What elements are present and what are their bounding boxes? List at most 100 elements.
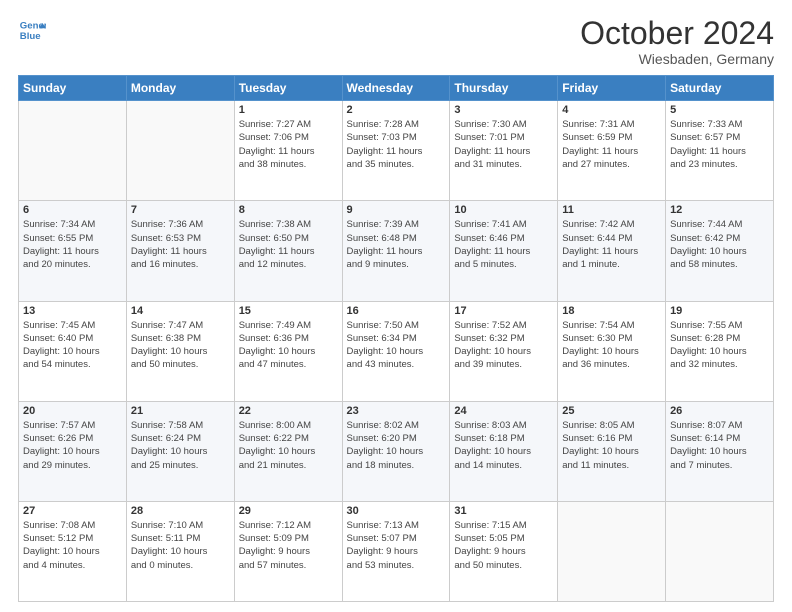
day-number: 14 — [131, 305, 230, 317]
day-number: 29 — [239, 505, 338, 517]
day-info: Sunrise: 8:03 AM Sunset: 6:18 PM Dayligh… — [454, 419, 553, 472]
col-header-friday: Friday — [558, 76, 666, 101]
calendar-cell: 30 Sunrise: 7:13 AM Sunset: 5:07 PM Dayli… — [342, 501, 450, 601]
calendar-cell: 27 Sunrise: 7:08 AM Sunset: 5:12 PM Dayli… — [19, 501, 127, 601]
day-info: Sunrise: 7:55 AM Sunset: 6:28 PM Dayligh… — [670, 319, 769, 372]
day-info: Sunrise: 8:02 AM Sunset: 6:20 PM Dayligh… — [347, 419, 446, 472]
col-header-tuesday: Tuesday — [234, 76, 342, 101]
day-info: Sunrise: 7:36 AM Sunset: 6:53 PM Dayligh… — [131, 218, 230, 271]
day-number: 7 — [131, 204, 230, 216]
calendar-cell: 20 Sunrise: 7:57 AM Sunset: 6:26 PM Dayli… — [19, 401, 127, 501]
day-info: Sunrise: 7:44 AM Sunset: 6:42 PM Dayligh… — [670, 218, 769, 271]
day-info: Sunrise: 8:07 AM Sunset: 6:14 PM Dayligh… — [670, 419, 769, 472]
day-number: 5 — [670, 104, 769, 116]
calendar-cell: 10Sunrise: 7:41 AM Sunset: 6:46 PM Dayli… — [450, 201, 558, 301]
location: Wiesbaden, Germany — [580, 51, 774, 67]
calendar-cell: 19 Sunrise: 7:55 AM Sunset: 6:28 PM Dayli… — [666, 301, 774, 401]
day-info: Sunrise: 8:05 AM Sunset: 6:16 PM Dayligh… — [562, 419, 661, 472]
day-number: 20 — [23, 405, 122, 417]
calendar-cell: 3 Sunrise: 7:30 AM Sunset: 7:01 PM Daylig… — [450, 101, 558, 201]
calendar-cell: 28 Sunrise: 7:10 AM Sunset: 5:11 PM Dayli… — [126, 501, 234, 601]
day-number: 19 — [670, 305, 769, 317]
day-info: Sunrise: 7:12 AM Sunset: 5:09 PM Dayligh… — [239, 519, 338, 572]
calendar-cell: 7 Sunrise: 7:36 AM Sunset: 6:53 PM Daylig… — [126, 201, 234, 301]
day-number: 16 — [347, 305, 446, 317]
day-number: 9 — [347, 204, 446, 216]
day-info: Sunrise: 7:13 AM Sunset: 5:07 PM Dayligh… — [347, 519, 446, 572]
day-info: Sunrise: 7:54 AM Sunset: 6:30 PM Dayligh… — [562, 319, 661, 372]
day-info: Sunrise: 7:49 AM Sunset: 6:36 PM Dayligh… — [239, 319, 338, 372]
day-info: Sunrise: 7:28 AM Sunset: 7:03 PM Dayligh… — [347, 118, 446, 171]
logo-icon: General Blue — [18, 16, 46, 44]
day-info: Sunrise: 8:00 AM Sunset: 6:22 PM Dayligh… — [239, 419, 338, 472]
day-info: Sunrise: 7:42 AM Sunset: 6:44 PM Dayligh… — [562, 218, 661, 271]
day-info: Sunrise: 7:10 AM Sunset: 5:11 PM Dayligh… — [131, 519, 230, 572]
calendar-week-row: 1 Sunrise: 7:27 AM Sunset: 7:06 PM Daylig… — [19, 101, 774, 201]
day-info: Sunrise: 7:45 AM Sunset: 6:40 PM Dayligh… — [23, 319, 122, 372]
day-number: 1 — [239, 104, 338, 116]
day-info: Sunrise: 7:52 AM Sunset: 6:32 PM Dayligh… — [454, 319, 553, 372]
day-info: Sunrise: 7:30 AM Sunset: 7:01 PM Dayligh… — [454, 118, 553, 171]
page-header: General Blue October 2024 Wiesbaden, Ger… — [18, 16, 774, 67]
calendar-cell: 18Sunrise: 7:54 AM Sunset: 6:30 PM Dayli… — [558, 301, 666, 401]
calendar-cell: 11 Sunrise: 7:42 AM Sunset: 6:44 PM Dayli… — [558, 201, 666, 301]
calendar-week-row: 6Sunrise: 7:34 AM Sunset: 6:55 PM Daylig… — [19, 201, 774, 301]
title-block: October 2024 Wiesbaden, Germany — [580, 16, 774, 67]
calendar-cell: 31Sunrise: 7:15 AM Sunset: 5:05 PM Dayli… — [450, 501, 558, 601]
calendar-cell — [666, 501, 774, 601]
col-header-sunday: Sunday — [19, 76, 127, 101]
day-info: Sunrise: 7:38 AM Sunset: 6:50 PM Dayligh… — [239, 218, 338, 271]
day-number: 4 — [562, 104, 661, 116]
day-number: 25 — [562, 405, 661, 417]
calendar-cell: 29 Sunrise: 7:12 AM Sunset: 5:09 PM Dayli… — [234, 501, 342, 601]
day-number: 11 — [562, 204, 661, 216]
day-number: 8 — [239, 204, 338, 216]
col-header-monday: Monday — [126, 76, 234, 101]
day-number: 28 — [131, 505, 230, 517]
calendar-cell: 23 Sunrise: 8:02 AM Sunset: 6:20 PM Dayli… — [342, 401, 450, 501]
day-number: 21 — [131, 405, 230, 417]
calendar-week-row: 27 Sunrise: 7:08 AM Sunset: 5:12 PM Dayli… — [19, 501, 774, 601]
day-number: 17 — [454, 305, 553, 317]
day-number: 22 — [239, 405, 338, 417]
svg-text:Blue: Blue — [20, 31, 41, 42]
day-number: 27 — [23, 505, 122, 517]
calendar-cell: 14 Sunrise: 7:47 AM Sunset: 6:38 PM Dayli… — [126, 301, 234, 401]
day-number: 3 — [454, 104, 553, 116]
calendar-cell: 24 Sunrise: 8:03 AM Sunset: 6:18 PM Dayli… — [450, 401, 558, 501]
day-info: Sunrise: 7:39 AM Sunset: 6:48 PM Dayligh… — [347, 218, 446, 271]
day-info: Sunrise: 7:57 AM Sunset: 6:26 PM Dayligh… — [23, 419, 122, 472]
calendar-cell: 8 Sunrise: 7:38 AM Sunset: 6:50 PM Daylig… — [234, 201, 342, 301]
calendar-cell: 22 Sunrise: 8:00 AM Sunset: 6:22 PM Dayli… — [234, 401, 342, 501]
calendar-cell — [558, 501, 666, 601]
day-number: 15 — [239, 305, 338, 317]
month-title: October 2024 — [580, 16, 774, 51]
calendar-cell: 9 Sunrise: 7:39 AM Sunset: 6:48 PM Daylig… — [342, 201, 450, 301]
col-header-wednesday: Wednesday — [342, 76, 450, 101]
col-header-saturday: Saturday — [666, 76, 774, 101]
day-info: Sunrise: 7:58 AM Sunset: 6:24 PM Dayligh… — [131, 419, 230, 472]
calendar-cell: 16Sunrise: 7:50 AM Sunset: 6:34 PM Dayli… — [342, 301, 450, 401]
calendar-cell: 15 Sunrise: 7:49 AM Sunset: 6:36 PM Dayli… — [234, 301, 342, 401]
day-number: 10 — [454, 204, 553, 216]
day-info: Sunrise: 7:08 AM Sunset: 5:12 PM Dayligh… — [23, 519, 122, 572]
day-info: Sunrise: 7:27 AM Sunset: 7:06 PM Dayligh… — [239, 118, 338, 171]
day-number: 12 — [670, 204, 769, 216]
calendar-cell: 1 Sunrise: 7:27 AM Sunset: 7:06 PM Daylig… — [234, 101, 342, 201]
day-info: Sunrise: 7:47 AM Sunset: 6:38 PM Dayligh… — [131, 319, 230, 372]
day-number: 23 — [347, 405, 446, 417]
day-info: Sunrise: 7:15 AM Sunset: 5:05 PM Dayligh… — [454, 519, 553, 572]
calendar-cell: 5Sunrise: 7:33 AM Sunset: 6:57 PM Daylig… — [666, 101, 774, 201]
calendar-cell: 13 Sunrise: 7:45 AM Sunset: 6:40 PM Dayli… — [19, 301, 127, 401]
calendar-week-row: 13 Sunrise: 7:45 AM Sunset: 6:40 PM Dayli… — [19, 301, 774, 401]
day-number: 24 — [454, 405, 553, 417]
day-number: 30 — [347, 505, 446, 517]
calendar-header-row: SundayMondayTuesdayWednesdayThursdayFrid… — [19, 76, 774, 101]
calendar-cell: 17 Sunrise: 7:52 AM Sunset: 6:32 PM Dayli… — [450, 301, 558, 401]
calendar-cell: 12 Sunrise: 7:44 AM Sunset: 6:42 PM Dayli… — [666, 201, 774, 301]
day-number: 13 — [23, 305, 122, 317]
calendar-cell: 25 Sunrise: 8:05 AM Sunset: 6:16 PM Dayli… — [558, 401, 666, 501]
day-info: Sunrise: 7:34 AM Sunset: 6:55 PM Dayligh… — [23, 218, 122, 271]
calendar-cell — [126, 101, 234, 201]
logo: General Blue — [18, 16, 46, 44]
